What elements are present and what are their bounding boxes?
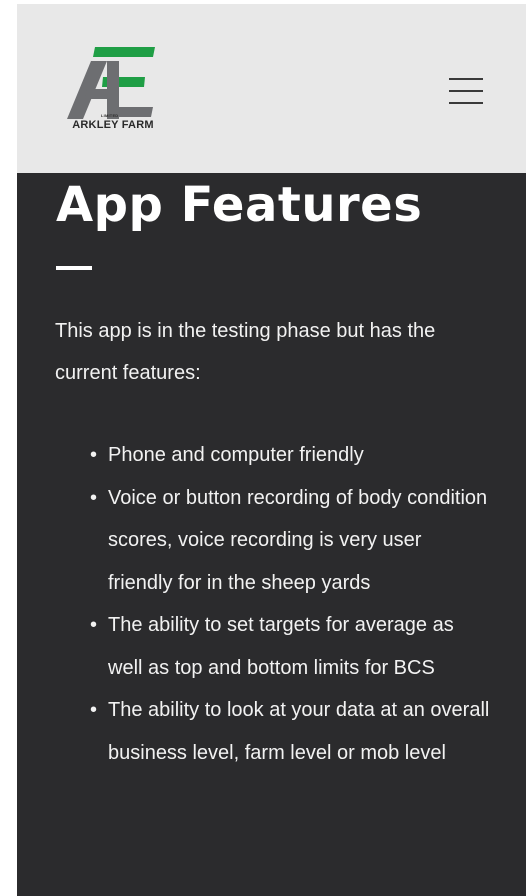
site-logo-link[interactable]: LIMITED ARKLEY FARM	[67, 47, 159, 135]
list-item: • Voice or button recording of body condi…	[71, 477, 491, 605]
feature-text: Phone and computer friendly	[108, 444, 364, 466]
feature-text: The ability to set targets for average a…	[108, 614, 454, 679]
page-frame: LIMITED ARKLEY FARM App Features This ap…	[17, 4, 526, 896]
hamburger-menu-icon[interactable]	[449, 76, 483, 106]
menu-line-middle	[449, 90, 483, 92]
title-divider	[56, 266, 92, 270]
feature-text: Voice or button recording of body condit…	[108, 486, 488, 594]
menu-line-bottom	[449, 102, 483, 104]
list-item: • The ability to set targets for average …	[71, 604, 491, 689]
bullet-icon: •	[90, 486, 98, 509]
logo-text: ARKLEY FARM	[72, 119, 154, 131]
features-list: • Phone and computer friendly • Voice or b…	[71, 434, 491, 774]
page-title: App Features	[56, 177, 423, 233]
arkley-farm-logo-icon	[67, 47, 155, 119]
bullet-icon: •	[90, 444, 98, 466]
bullet-icon: •	[90, 614, 98, 636]
feature-text: The ability to look at your data at an o…	[108, 699, 490, 764]
bullet-icon: •	[90, 699, 98, 721]
list-item: • The ability to look at your data at an …	[71, 689, 491, 774]
menu-line-top	[449, 78, 483, 80]
logo-subtext: LIMITED	[101, 113, 119, 118]
intro-text: This app is in the testing phase but has…	[55, 320, 436, 384]
list-item: • Phone and computer friendly	[71, 434, 491, 477]
site-header: LIMITED ARKLEY FARM	[17, 4, 526, 173]
app-features-section: App Features This app is in the testing …	[17, 173, 526, 896]
